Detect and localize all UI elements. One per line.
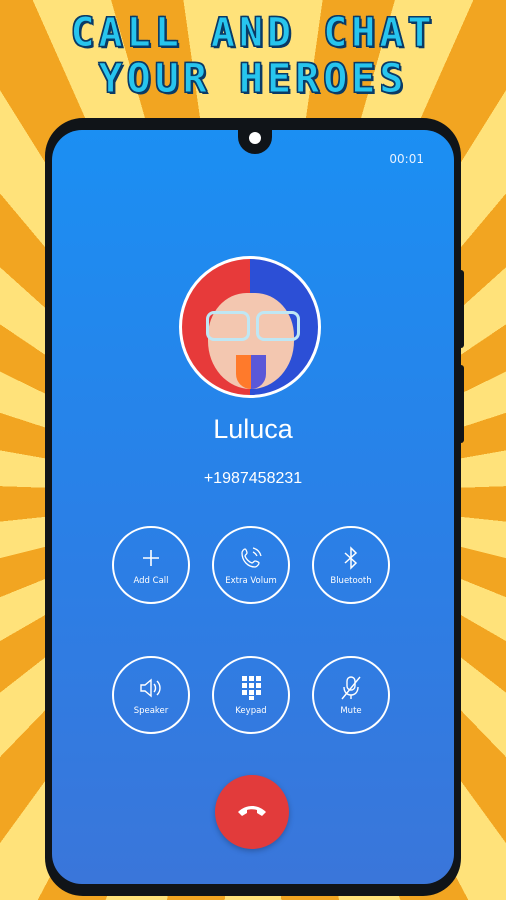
mute-label: Mute xyxy=(340,706,362,716)
speaker-button[interactable]: Speaker xyxy=(112,656,190,734)
headline-line-2: YOUR HEROES xyxy=(98,56,408,103)
end-call-icon xyxy=(236,802,268,822)
avatar-tongue xyxy=(236,355,266,389)
notch xyxy=(238,130,272,154)
bluetooth-icon xyxy=(314,544,388,572)
volume-up-side-button xyxy=(458,270,464,348)
avatar-glasses xyxy=(202,311,302,341)
bluetooth-label: Bluetooth xyxy=(330,576,372,586)
phone-volume-icon xyxy=(214,544,288,572)
speaker-icon xyxy=(114,674,188,702)
call-timer: 00:01 xyxy=(389,152,424,166)
contact-name: Luluca xyxy=(213,414,293,444)
mic-off-icon xyxy=(314,674,388,702)
keypad-label: Keypad xyxy=(235,706,267,716)
add-call-button[interactable]: Add Call xyxy=(112,526,190,604)
front-camera-icon xyxy=(249,132,261,144)
call-screen: 00:01 Luluca +1987458231 Add Call Extra … xyxy=(52,130,454,884)
bluetooth-button[interactable]: Bluetooth xyxy=(312,526,390,604)
contact-avatar xyxy=(179,256,321,398)
volume-down-side-button xyxy=(458,365,464,443)
plus-icon xyxy=(114,544,188,572)
phone-frame: 00:01 Luluca +1987458231 Add Call Extra … xyxy=(45,118,461,896)
keypad-button[interactable]: Keypad xyxy=(212,656,290,734)
speaker-label: Speaker xyxy=(133,706,169,716)
contact-number: +1987458231 xyxy=(203,470,303,487)
add-call-label: Add Call xyxy=(133,576,169,586)
mute-button[interactable]: Mute xyxy=(312,656,390,734)
extra-volume-label: Extra Volum xyxy=(225,576,277,586)
extra-volume-button[interactable]: Extra Volum xyxy=(212,526,290,604)
keypad-icon xyxy=(214,674,288,702)
end-call-button[interactable] xyxy=(215,775,289,849)
headline-line-1: CALL AND CHAT xyxy=(70,10,436,57)
